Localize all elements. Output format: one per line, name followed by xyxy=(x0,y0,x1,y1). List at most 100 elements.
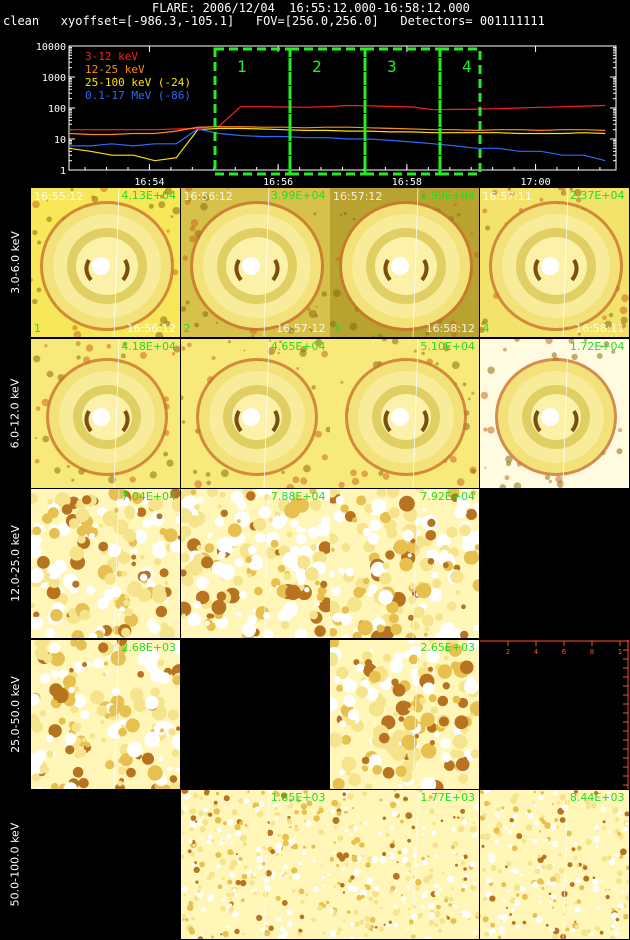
noise-blob xyxy=(348,772,362,786)
noise-blob xyxy=(427,873,433,879)
flux-label: 7.04E+04 xyxy=(121,490,176,503)
noise-blob xyxy=(611,807,619,814)
noise-blob xyxy=(508,869,513,873)
noise-blob xyxy=(432,578,442,589)
noise-blob xyxy=(501,913,508,921)
noise-blob xyxy=(193,479,202,488)
noise-blob xyxy=(599,930,603,935)
noise-blob xyxy=(219,491,225,498)
noise-blob xyxy=(610,857,614,861)
noise-blob xyxy=(545,923,549,927)
noise-blob xyxy=(196,545,202,551)
noise-blob xyxy=(146,618,156,628)
noise-blob xyxy=(537,900,542,904)
noise-blob xyxy=(133,548,138,553)
noise-blob xyxy=(505,906,508,909)
noise-blob xyxy=(157,658,165,666)
noise-blob xyxy=(407,838,411,843)
noise-blob xyxy=(497,869,501,874)
noise-blob xyxy=(405,835,408,838)
noise-blob xyxy=(432,842,439,849)
noise-blob xyxy=(332,289,341,298)
noise-blob xyxy=(398,715,405,722)
noise-blob xyxy=(226,879,232,885)
noise-blob xyxy=(302,845,306,849)
noise-blob xyxy=(244,556,252,564)
noise-blob xyxy=(150,668,165,683)
noise-blob xyxy=(378,843,381,846)
noise-blob xyxy=(282,552,298,568)
noise-blob xyxy=(241,873,247,880)
image-cell: 4.13E+04 16:55:12 16:56:12 1 xyxy=(31,188,180,337)
noise-blob xyxy=(371,498,387,515)
noise-blob xyxy=(317,807,324,814)
interval-label: 2 xyxy=(312,57,322,76)
noise-blob xyxy=(293,810,299,815)
noise-blob xyxy=(310,844,315,849)
noise-blob xyxy=(437,928,443,933)
noise-blob xyxy=(245,491,256,501)
noise-blob xyxy=(450,660,460,670)
image-cell: 4.65E+04 xyxy=(180,338,330,488)
noise-blob xyxy=(463,678,479,694)
noise-blob xyxy=(186,342,192,347)
noise-blob xyxy=(439,918,446,924)
noise-blob xyxy=(469,466,477,474)
noise-blob xyxy=(229,872,235,878)
noise-blob xyxy=(340,504,349,513)
noise-blob xyxy=(137,670,145,678)
noise-blob xyxy=(280,620,289,630)
bright-core xyxy=(391,257,409,275)
noise-blob xyxy=(311,858,316,863)
noise-blob xyxy=(412,852,418,858)
noise-blob xyxy=(358,919,365,925)
noise-blob xyxy=(37,556,50,569)
noise-blob xyxy=(144,731,160,748)
noise-blob xyxy=(290,867,297,874)
noise-blob xyxy=(482,812,487,817)
noise-blob xyxy=(281,900,288,906)
noise-blob xyxy=(219,933,222,936)
noise-blob xyxy=(220,509,228,517)
noise-blob xyxy=(321,884,325,888)
noise-blob xyxy=(100,737,106,743)
noise-blob xyxy=(600,856,607,863)
noise-blob xyxy=(471,391,475,395)
noise-blob xyxy=(277,564,285,573)
noise-blob xyxy=(80,709,90,719)
noise-blob xyxy=(561,804,568,811)
noise-blob xyxy=(298,888,304,895)
noise-blob xyxy=(421,742,437,759)
noise-blob xyxy=(44,343,48,347)
noise-blob xyxy=(417,912,424,919)
noise-blob xyxy=(382,851,387,857)
noise-blob xyxy=(250,888,254,892)
noise-blob xyxy=(240,898,245,903)
noise-blob xyxy=(349,833,353,837)
noise-blob xyxy=(406,927,410,930)
image-map xyxy=(330,489,479,638)
noise-blob xyxy=(343,919,346,923)
noise-blob xyxy=(518,873,522,877)
noise-blob xyxy=(539,197,543,202)
noise-blob xyxy=(407,833,410,836)
noise-blob xyxy=(551,906,554,909)
noise-blob xyxy=(365,884,371,891)
noise-blob xyxy=(436,904,441,910)
noise-blob xyxy=(483,800,489,807)
noise-blob xyxy=(213,808,220,815)
image-map xyxy=(31,489,180,638)
noise-blob xyxy=(424,626,430,632)
noise-blob xyxy=(423,632,428,637)
noise-blob xyxy=(359,842,365,848)
noise-blob xyxy=(78,777,89,788)
noise-blob xyxy=(390,744,407,761)
noise-blob xyxy=(230,851,234,855)
noise-blob xyxy=(226,925,230,929)
noise-blob xyxy=(236,519,241,524)
noise-blob xyxy=(389,659,404,673)
series-line xyxy=(69,104,606,131)
time-end-label: 16:57:12 xyxy=(276,322,326,335)
noise-blob xyxy=(330,547,335,552)
noise-blob xyxy=(223,805,226,808)
